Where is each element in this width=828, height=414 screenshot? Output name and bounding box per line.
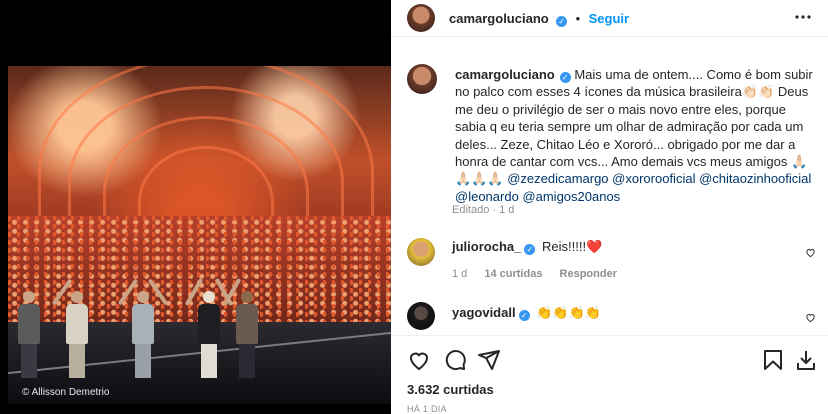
- post-timestamp: HÁ 1 DIA: [407, 404, 447, 414]
- author-avatar[interactable]: [407, 4, 435, 32]
- photo-credit: © Allisson Demetrio: [22, 387, 110, 398]
- comment-text: 👏👏👏👏: [536, 305, 601, 320]
- edited-timestamp: Editado · 1 d: [452, 204, 515, 216]
- separator-dot: •: [575, 11, 581, 26]
- reply-button[interactable]: Responder: [560, 268, 617, 280]
- comment-meta: 1 d 14 curtidas Responder: [452, 268, 631, 280]
- commenter-avatar[interactable]: [407, 238, 435, 266]
- post-photo[interactable]: © Allisson Demetrio: [0, 0, 391, 414]
- verified-badge-icon: ✓: [556, 16, 568, 27]
- comment-age: 1 d: [452, 268, 468, 280]
- commenter-username[interactable]: juliorocha_: [452, 239, 521, 254]
- mention-link[interactable]: @zezedicamargo: [507, 171, 608, 186]
- comment: yagovidall ✓ 👏👏👏👏: [452, 305, 601, 321]
- more-options-icon[interactable]: [794, 10, 812, 24]
- caption-text: Mais uma de ontem.... Como é bom subir n…: [455, 67, 813, 187]
- commenter-username[interactable]: yagovidall: [452, 305, 516, 320]
- heart-icon[interactable]: [407, 348, 431, 372]
- download-icon[interactable]: [794, 348, 818, 372]
- verified-badge-icon: ✓: [524, 244, 536, 255]
- bookmark-icon[interactable]: [761, 348, 785, 372]
- comment: juliorocha_ ✓ Reis!!!!!❤️: [452, 239, 602, 255]
- post-header: camargoluciano ✓ • Seguir: [391, 0, 828, 37]
- post-details-panel: camargoluciano ✓ • Seguir camargoluciano…: [391, 0, 828, 414]
- mention-link[interactable]: @amigos20anos: [522, 189, 620, 204]
- verified-badge-icon: ✓: [518, 310, 530, 321]
- author-username[interactable]: camargoluciano: [449, 11, 549, 26]
- concert-image: © Allisson Demetrio: [8, 66, 391, 404]
- comment-like-heart-icon[interactable]: [805, 310, 816, 323]
- comment-like-heart-icon[interactable]: [805, 245, 816, 258]
- caption-author-avatar[interactable]: [407, 64, 437, 94]
- follow-button[interactable]: Seguir: [589, 11, 629, 26]
- commenter-avatar[interactable]: [407, 302, 435, 330]
- verified-badge-icon: ✓: [559, 72, 571, 83]
- comment-text: Reis!!!!!❤️: [541, 239, 603, 254]
- post-caption: camargoluciano ✓ Mais uma de ontem.... Co…: [455, 66, 815, 205]
- mention-link[interactable]: @xororooficial: [612, 171, 695, 186]
- post-actions-bar: [391, 335, 828, 372]
- comment-icon[interactable]: [443, 348, 467, 372]
- share-icon[interactable]: [477, 348, 501, 372]
- mention-link[interactable]: @leonardo: [455, 189, 519, 204]
- mention-link[interactable]: @chitaozinhooficial: [699, 171, 811, 186]
- likes-count[interactable]: 3.632 curtidas: [407, 382, 494, 397]
- comment-likes[interactable]: 14 curtidas: [484, 268, 542, 280]
- caption-username[interactable]: camargoluciano: [455, 67, 555, 82]
